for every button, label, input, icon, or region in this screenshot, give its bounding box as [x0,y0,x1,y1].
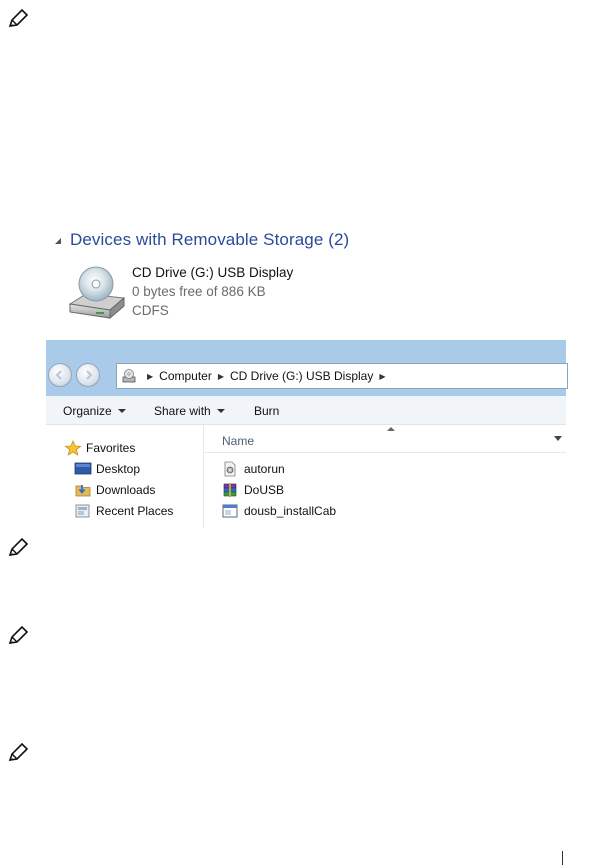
back-arrow-icon [55,370,62,380]
breadcrumb-chevron-icon[interactable]: ▶ [147,372,153,381]
command-bar: Organize Share with Burn [46,396,566,425]
note-icon [8,743,29,761]
address-bar[interactable]: ▶ Computer ▶ CD Drive (G:) USB Display ▶ [116,363,568,389]
file-row[interactable]: DoUSB [222,482,284,498]
note-icon [8,538,29,556]
page-footer-rule [562,851,563,865]
burn-button[interactable]: Burn [254,404,279,418]
burn-label: Burn [254,404,280,418]
nav-item-desktop[interactable]: Desktop [74,461,140,477]
nav-item-label: Downloads [96,483,156,497]
nav-item-recent-places[interactable]: Recent Places [74,503,173,519]
note-icon [8,626,29,644]
breadcrumb-computer[interactable]: Computer [159,369,212,383]
nav-item-label: Favorites [86,441,136,455]
drive-name: CD Drive (G:) USB Display [132,265,294,280]
file-row[interactable]: autorun [222,461,285,477]
nav-item-favorites[interactable]: Favorites [64,440,135,456]
collapse-triangle-icon[interactable] [55,238,61,244]
breadcrumb-chevron-icon[interactable]: ▶ [218,372,224,381]
recent-places-icon [75,504,90,518]
organize-label: Organize [63,404,112,418]
column-header-name[interactable]: Name [222,434,254,448]
nav-item-downloads[interactable]: Downloads [74,482,155,498]
cd-drive-tile[interactable]: CD Drive (G:) USB Display 0 bytes free o… [66,262,366,326]
desktop-icon [74,462,92,475]
forward-arrow-icon [86,370,93,380]
cd-drive-icon [68,266,126,320]
forward-button[interactable] [76,363,100,387]
nav-item-label: Desktop [96,462,141,476]
archive-icon [223,483,237,497]
nav-item-label: Recent Places [96,504,174,518]
column-menu-chevron-down-icon[interactable] [554,436,562,441]
application-icon [222,504,238,518]
star-icon [64,440,82,456]
navigation-pane: Favorites Desktop Downloads Recent Place… [46,425,204,528]
drive-small-icon [122,369,136,383]
downloads-icon [75,485,91,497]
explorer-content: Favorites Desktop Downloads Recent Place… [46,425,566,528]
file-list-pane: Name autorun DoUSB dousb_installCab [204,425,566,528]
file-name: dousb_installCab [244,504,337,518]
window-titlebar: ▶ Computer ▶ CD Drive (G:) USB Display ▶ [46,340,568,396]
back-button[interactable] [48,363,72,387]
note-icon [8,9,29,27]
sort-ascending-icon [387,427,395,431]
chevron-down-icon [117,409,126,413]
share-with-button[interactable]: Share with [154,404,225,418]
file-name: autorun [244,462,285,476]
removable-storage-group-header[interactable]: Devices with Removable Storage (2) [55,230,349,250]
share-with-label: Share with [154,404,211,418]
settings-file-icon [224,461,236,477]
organize-button[interactable]: Organize [63,404,126,418]
drive-free-space: 0 bytes free of 886 KB [132,284,266,299]
breadcrumb-chevron-icon[interactable]: ▶ [379,372,385,381]
group-title: Devices with Removable Storage (2) [70,230,350,249]
file-name: DoUSB [244,483,285,497]
explorer-window: ▶ Computer ▶ CD Drive (G:) USB Display ▶… [46,340,568,528]
breadcrumb-cd-drive[interactable]: CD Drive (G:) USB Display [230,369,373,383]
chevron-down-icon [216,409,225,413]
drive-filesystem: CDFS [132,303,169,318]
file-row[interactable]: dousb_installCab [222,503,336,519]
column-header-row: Name [204,425,566,453]
